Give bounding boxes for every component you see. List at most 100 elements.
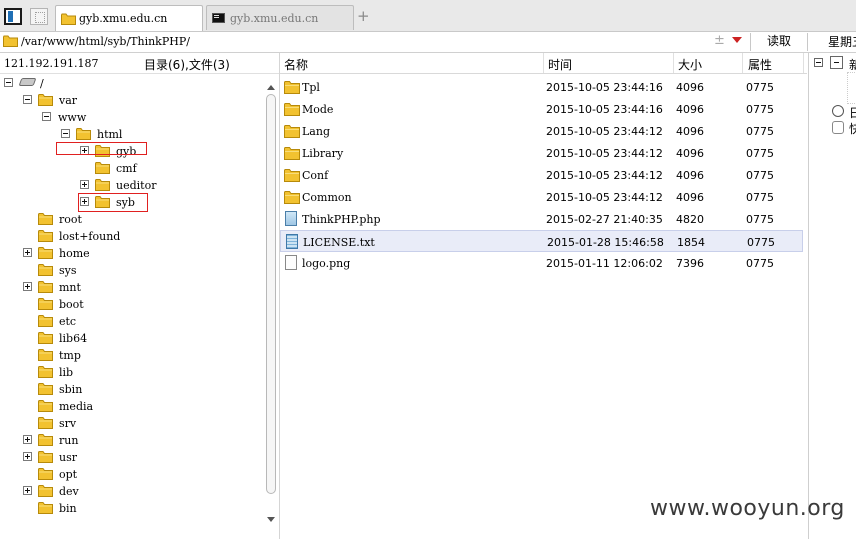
column-name[interactable]: 名称	[284, 56, 308, 73]
folder-icon	[38, 416, 53, 432]
path-input[interactable]: /var/www/html/syb/ThinkPHP/	[21, 35, 190, 48]
file-attr: 0775	[746, 147, 774, 160]
tree-node[interactable]: lib64	[0, 330, 262, 347]
right-item-label[interactable]: 快	[849, 120, 856, 137]
server-ip: 121.192.191.187	[4, 57, 99, 70]
tree-node[interactable]: tmp	[0, 347, 262, 364]
file-row[interactable]: Library 2015-10-05 23:44:12 4096 0775	[280, 142, 803, 164]
tree-header: 121.192.191.187 目录(6),文件(3)	[0, 53, 279, 74]
folder-icon	[38, 433, 53, 449]
address-bar: /var/www/html/syb/ThinkPHP/ ± 读取 星期五	[0, 32, 856, 53]
scroll-down-icon[interactable]	[267, 517, 275, 522]
file-attr: 0775	[746, 213, 774, 226]
tree-node[interactable]: lib	[0, 364, 262, 381]
file-attr: 0775	[747, 236, 775, 249]
tree-node[interactable]: cmf	[0, 160, 262, 177]
file-row[interactable]: LICENSE.txt 2015-01-28 15:46:58 1854 0775	[280, 230, 803, 252]
expand-icon[interactable]	[23, 248, 32, 257]
file-row[interactable]: Lang 2015-10-05 23:44:12 4096 0775	[280, 120, 803, 142]
tree-node-label: boot	[59, 298, 84, 311]
file-row[interactable]: Tpl 2015-10-05 23:44:16 4096 0775	[280, 76, 803, 98]
file-time: 2015-10-05 23:44:12	[546, 125, 663, 138]
collapse-icon[interactable]	[4, 78, 13, 87]
tree-node[interactable]: sys	[0, 262, 262, 279]
tree-scrollbar[interactable]	[265, 85, 277, 525]
column-size[interactable]: 大小	[678, 56, 702, 73]
tree-node[interactable]: usr	[0, 449, 262, 466]
column-divider[interactable]	[673, 53, 674, 73]
column-attr[interactable]: 属性	[748, 56, 772, 73]
file-name: Mode	[302, 103, 334, 116]
tree-node[interactable]: www	[0, 109, 262, 126]
folder-icon	[38, 93, 53, 109]
tree-node[interactable]: lost+found	[0, 228, 262, 245]
tree-node[interactable]: ueditor	[0, 177, 262, 194]
tab-terminal[interactable]: gyb.xmu.edu.cn	[206, 5, 354, 30]
collapse-box-icon[interactable]	[830, 56, 843, 69]
highlight-box	[56, 142, 147, 155]
new-tab-button[interactable]: +	[357, 7, 370, 25]
expand-icon[interactable]	[23, 282, 32, 291]
file-list-panel: 名称 时间 大小 属性 Tpl 2015-10-05 23:44:16 4096 07…	[280, 53, 807, 539]
collapse-icon[interactable]	[23, 95, 32, 104]
chevron-down-icon[interactable]	[732, 37, 742, 43]
file-time: 2015-10-05 23:44:12	[546, 191, 663, 204]
tree-node[interactable]: html	[0, 126, 262, 143]
tree-node[interactable]: var	[0, 92, 262, 109]
placeholder-box	[847, 72, 856, 104]
file-time: 2015-01-28 15:46:58	[547, 236, 664, 249]
tab-file-manager[interactable]: gyb.xmu.edu.cn	[55, 5, 203, 31]
column-time[interactable]: 时间	[548, 56, 572, 73]
tree-node-label: www	[58, 111, 87, 124]
expand-icon[interactable]	[23, 486, 32, 495]
collapse-icon[interactable]	[42, 112, 51, 121]
tree-node-label: mnt	[59, 281, 81, 294]
tree-node[interactable]: mnt	[0, 279, 262, 296]
file-row[interactable]: Common 2015-10-05 23:44:12 4096 0775	[280, 186, 803, 208]
scrollbar-thumb[interactable]	[266, 94, 276, 494]
read-button[interactable]: 读取	[750, 33, 808, 51]
toggle-panel-button[interactable]	[30, 8, 48, 25]
tree-node[interactable]: boot	[0, 296, 262, 313]
tree-node[interactable]: bin	[0, 500, 262, 517]
file-row[interactable]: ThinkPHP.php 2015-02-27 21:40:35 4820 0775	[280, 208, 803, 230]
folder-icon	[38, 382, 53, 398]
file-attr: 0775	[746, 103, 774, 116]
file-row[interactable]: Conf 2015-10-05 23:44:12 4096 0775	[280, 164, 803, 186]
tree-node[interactable]: run	[0, 432, 262, 449]
file-time: 2015-10-05 23:44:16	[546, 103, 663, 116]
file-attr: 0775	[746, 125, 774, 138]
tree-node[interactable]: /	[0, 75, 262, 92]
tree-node[interactable]: opt	[0, 466, 262, 483]
column-divider[interactable]	[803, 53, 804, 73]
collapse-toggle-icon[interactable]	[814, 58, 823, 67]
tab-bar: gyb.xmu.edu.cn gyb.xmu.edu.cn +	[0, 0, 856, 32]
file-name: logo.png	[302, 257, 351, 270]
directory-tree-panel: 121.192.191.187 目录(6),文件(3) / var www html g…	[0, 53, 280, 539]
toggle-sidebar-button[interactable]	[4, 8, 22, 25]
expand-icon[interactable]	[23, 452, 32, 461]
file-size: 4096	[676, 191, 704, 204]
column-divider[interactable]	[543, 53, 544, 73]
tree-node[interactable]: media	[0, 398, 262, 415]
tree-node[interactable]: sbin	[0, 381, 262, 398]
file-name: ThinkPHP.php	[302, 213, 381, 226]
tree-node[interactable]: root	[0, 211, 262, 228]
tree-node-label: tmp	[59, 349, 81, 362]
right-item-label[interactable]: 日	[849, 104, 856, 121]
right-item-label[interactable]: 新	[849, 56, 856, 73]
weekday-label: 星期五	[828, 35, 856, 49]
collapse-icon[interactable]	[61, 129, 70, 138]
clock-icon	[832, 105, 844, 117]
tree-node[interactable]: home	[0, 245, 262, 262]
column-divider[interactable]	[742, 53, 743, 73]
tree-node[interactable]: srv	[0, 415, 262, 432]
expand-icon[interactable]	[80, 180, 89, 189]
file-row[interactable]: logo.png 2015-01-11 12:06:02 7396 0775	[280, 252, 803, 274]
expand-icon[interactable]	[23, 435, 32, 444]
tree-node[interactable]: dev	[0, 483, 262, 500]
tree-node[interactable]: etc	[0, 313, 262, 330]
folder-icon	[38, 467, 53, 483]
file-row[interactable]: Mode 2015-10-05 23:44:16 4096 0775	[280, 98, 803, 120]
scroll-up-icon[interactable]	[267, 85, 275, 90]
